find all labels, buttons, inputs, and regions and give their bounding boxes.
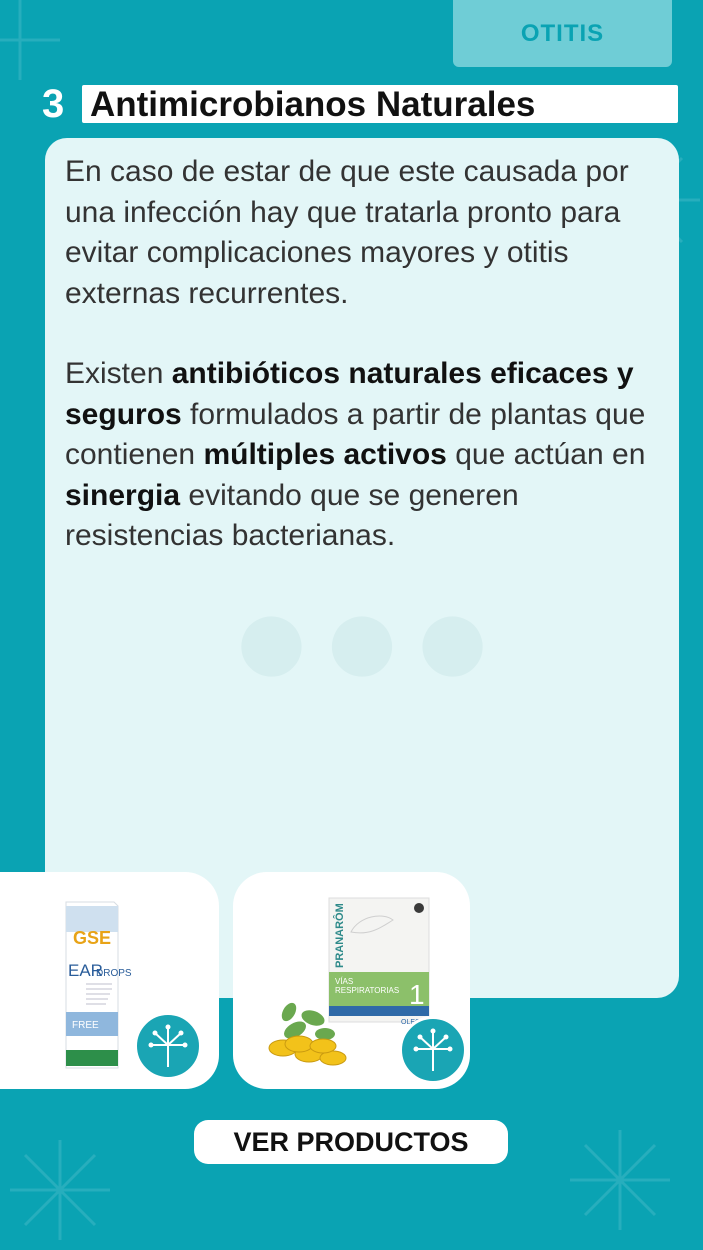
product-card-oleocaps[interactable]: PRANARÔM VÍAS RESPIRATORIAS 1 OLEOCAPS xyxy=(233,872,470,1089)
section-title: Antimicrobianos Naturales xyxy=(90,85,536,124)
category-tag: OTITIS xyxy=(453,0,672,67)
watermark-logo: ●●● xyxy=(229,559,501,716)
product-line-2: RESPIRATORIAS xyxy=(335,986,399,995)
card-text: En caso de estar de que este causada por… xyxy=(65,152,675,557)
dandelion-icon xyxy=(134,1012,202,1080)
product-name-part2: DROPS xyxy=(96,968,132,979)
view-products-button[interactable]: VER PRODUCTOS xyxy=(194,1120,508,1164)
bold-segment: múltiples activos xyxy=(203,438,447,471)
bold-segment: sinergia xyxy=(65,478,181,512)
paragraph-antibiotics: Existen antibióticos naturales eficaces … xyxy=(65,354,675,557)
dandelion-icon xyxy=(399,1016,467,1084)
content-card: ●●● En caso de estar de que este causada… xyxy=(45,138,679,998)
section-number: 3 xyxy=(42,82,65,126)
section-title-bar: Antimicrobianos Naturales xyxy=(82,85,678,124)
text-segment: Existen xyxy=(65,357,172,390)
paragraph-intro: En caso de estar de que este causada por… xyxy=(65,155,629,310)
product-brand: PRANARÔM xyxy=(333,903,346,968)
text-segment: que actúan en xyxy=(446,438,646,471)
product-line-1: VÍAS xyxy=(335,977,353,986)
product-card-ear-drops[interactable]: GSE EAR DROPS FREE xyxy=(0,872,219,1089)
product-variant: FREE xyxy=(72,1020,99,1031)
product-number: 1 xyxy=(409,979,425,1010)
product-brand: GSE xyxy=(73,928,111,948)
